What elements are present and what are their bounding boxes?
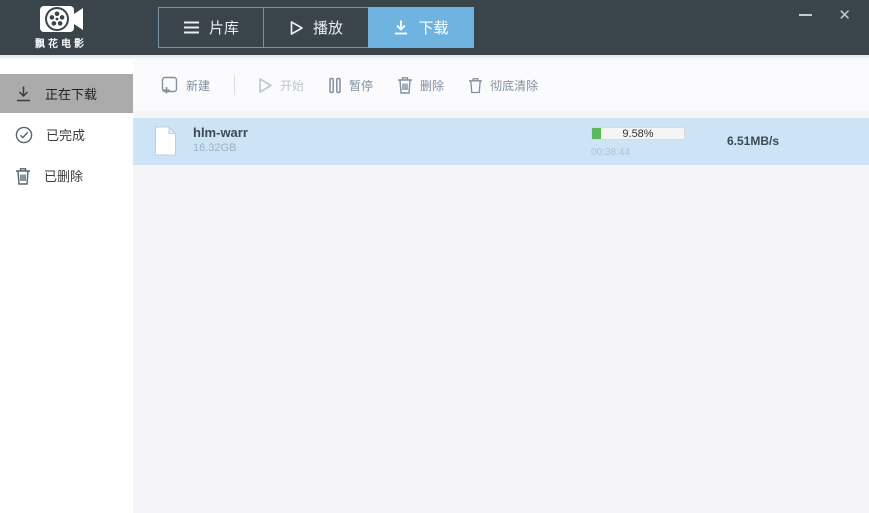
window-controls: ✕ [799,0,851,30]
sidebar-item-deleted[interactable]: 已删除 [0,156,133,195]
sidebar: 正在下载 已完成 已删除 [0,59,133,513]
tab-library[interactable]: 片库 [158,7,264,48]
progress-bar: 9.58% [591,127,685,140]
main-panel: 新建 开始 暂停 删除 彻底清除 hlm-warr 16.32GB 9.58% … [133,59,869,513]
download-size: 16.32GB [193,142,237,154]
tab-label: 下载 [418,20,449,37]
sidebar-item-label: 正在下载 [45,87,98,102]
download-speed: 6.51MB/s [727,134,780,148]
tab-label: 播放 [312,20,343,37]
download-list-item[interactable]: hlm-warr 16.32GB 9.58% 00:38:44 6.51MB/s [133,118,869,165]
new-task-icon [160,76,179,95]
trash-icon [15,167,31,185]
movie-camera-logo-icon [18,2,104,36]
progress-percent-label: 9.58% [622,128,654,140]
tool-button-label: 开始 [280,78,305,93]
minimize-button[interactable] [799,14,813,16]
toolbar-separator [234,75,236,95]
tool-button-label: 彻底清除 [490,78,539,93]
sidebar-item-label: 已完成 [46,128,86,143]
library-list-icon [183,21,200,34]
download-icon [15,86,32,102]
sidebar-item-completed[interactable]: 已完成 [0,115,133,154]
purge-icon [468,76,483,94]
pause-icon [328,77,342,94]
download-time-remaining: 00:38:44 [591,147,630,158]
tab-play[interactable]: 播放 [263,7,369,48]
sidebar-item-label: 已删除 [44,169,84,184]
check-circle-icon [15,126,33,144]
download-name: hlm-warr [193,125,248,140]
start-button[interactable]: 开始 [257,77,304,94]
download-icon [393,20,409,35]
tool-button-label: 暂停 [349,78,374,93]
tab-download[interactable]: 下载 [368,7,474,48]
tool-button-label: 删除 [420,78,445,93]
sidebar-item-downloading[interactable]: 正在下载 [0,74,133,113]
purge-button[interactable]: 彻底清除 [468,76,538,94]
file-icon [154,126,177,156]
app-window: 飘花电影 片库 播放 下载 ✕ 正在下载 已完成 已删除 新建 开始 暂停 删除… [0,0,869,513]
progress-track: 9.58% [591,127,685,140]
app-logo: 飘花电影 [18,2,104,50]
start-icon [257,77,273,94]
close-button[interactable]: ✕ [838,8,851,23]
tool-button-label: 新建 [186,78,211,93]
play-icon [289,20,304,36]
delete-icon [397,76,413,94]
download-toolbar: 新建 开始 暂停 删除 彻底清除 [133,59,869,111]
main-tab-bar: 片库 播放 下载 [158,7,474,48]
delete-button[interactable]: 删除 [397,76,444,94]
pause-button[interactable]: 暂停 [328,77,373,94]
header-bar: 飘花电影 片库 播放 下载 ✕ [0,0,869,57]
tab-label: 片库 [208,20,239,37]
app-logo-text: 飘花电影 [35,39,87,50]
new-task-button[interactable]: 新建 [160,76,210,95]
